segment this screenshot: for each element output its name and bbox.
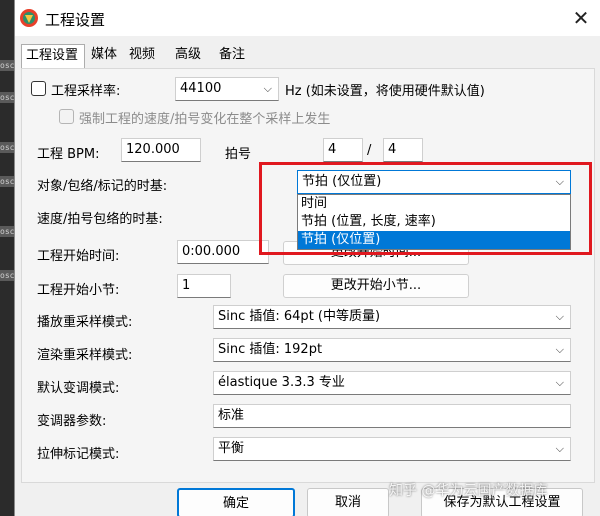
chevron-down-icon: ⌵ [555, 343, 564, 356]
reaper-logo-icon [20, 9, 38, 27]
time-signature-label: 拍号 [225, 147, 252, 162]
start-measure-input[interactable]: 1 [177, 274, 231, 298]
stretch-mode-label: 拉伸标记模式: [37, 447, 120, 462]
tempo-timebase-label: 速度/拍号包络的时基: [37, 212, 163, 227]
annotation-highlight-box [259, 162, 592, 255]
start-measure-label: 工程开始小节: [37, 283, 120, 298]
shifter-params-label: 变调器参数: [37, 414, 107, 429]
watermark-text: 知乎 @华为云国产数据库 [389, 483, 548, 499]
playback-resample-value: Sinc 插值: 64pt (中等质量) [218, 309, 381, 324]
playback-resample-select[interactable]: Sinc 插值: 64pt (中等质量) ⌵ [213, 305, 571, 329]
track-label: osc [0, 176, 14, 187]
track-label: osc [0, 92, 14, 103]
sample-rate-label: 工程采样率: [51, 84, 121, 99]
render-resample-label: 渲染重采样模式: [37, 348, 133, 363]
render-resample-select[interactable]: Sinc 插值: 192pt ⌵ [213, 338, 571, 362]
chevron-down-icon: ⌵ [555, 442, 564, 455]
stretch-mode-value: 平衡 [218, 441, 245, 456]
bpm-input[interactable]: 120.000 [121, 138, 201, 162]
pitch-mode-select[interactable]: élastique 3.3.3 专业 ⌵ [213, 371, 571, 395]
ok-button[interactable]: 确定 [177, 488, 295, 516]
tab-project-settings[interactable]: 工程设置 [21, 44, 85, 69]
tab-advanced[interactable]: 高级 [171, 44, 205, 68]
time-signature-denominator-input[interactable]: 4 [383, 138, 423, 162]
window-title: 工程设置 [45, 11, 106, 29]
title-bar: 工程设置 ✕ [15, 0, 600, 36]
force-sample-checkbox[interactable] [59, 109, 74, 124]
track-label: osc [0, 270, 14, 281]
playback-resample-label: 播放重采样模式: [37, 315, 133, 330]
track-label: osc [0, 142, 14, 153]
sample-rate-checkbox[interactable] [31, 81, 46, 96]
shifter-params-input[interactable]: 标准 [213, 404, 571, 428]
time-signature-numerator-input[interactable]: 4 [323, 138, 363, 162]
render-resample-value: Sinc 插值: 192pt [218, 342, 323, 357]
tab-video[interactable]: 视频 [125, 44, 159, 68]
chevron-down-icon: ⌵ [555, 310, 564, 323]
cancel-button[interactable]: 取消 [307, 488, 389, 516]
change-start-measure-button[interactable]: 更改开始小节... [283, 274, 469, 298]
force-sample-label: 强制工程的速度/拍号变化在整个采样上发生 [79, 112, 331, 127]
background-track-strip: osc osc osc osc osc osc [0, 0, 14, 516]
sample-rate-value: 44100 [180, 81, 222, 96]
project-settings-dialog: 工程设置 ✕ 工程设置 媒体 视频 高级 备注 工程采样率: 44100 ⌵ H… [14, 0, 600, 516]
track-label: osc [0, 60, 14, 71]
time-signature-separator: / [367, 143, 372, 158]
tab-notes[interactable]: 备注 [215, 44, 249, 68]
sample-rate-select[interactable]: 44100 ⌵ [175, 77, 279, 101]
start-time-label: 工程开始时间: [37, 249, 120, 264]
timebase-label: 对象/包络/标记的时基: [37, 179, 168, 194]
stretch-mode-select[interactable]: 平衡 ⌵ [213, 437, 571, 461]
chevron-down-icon: ⌵ [555, 376, 564, 389]
tab-media[interactable]: 媒体 [87, 44, 121, 68]
pitch-mode-label: 默认变调模式: [37, 381, 120, 396]
track-label: osc [0, 226, 14, 237]
start-time-input[interactable]: 0:00.000 [177, 240, 269, 264]
bpm-label: 工程 BPM: [37, 147, 100, 162]
chevron-down-icon: ⌵ [263, 82, 272, 95]
pitch-mode-value: élastique 3.3.3 专业 [218, 375, 345, 390]
sample-rate-note: Hz (如未设置，将使用硬件默认值) [285, 84, 485, 99]
close-icon[interactable]: ✕ [569, 6, 593, 30]
